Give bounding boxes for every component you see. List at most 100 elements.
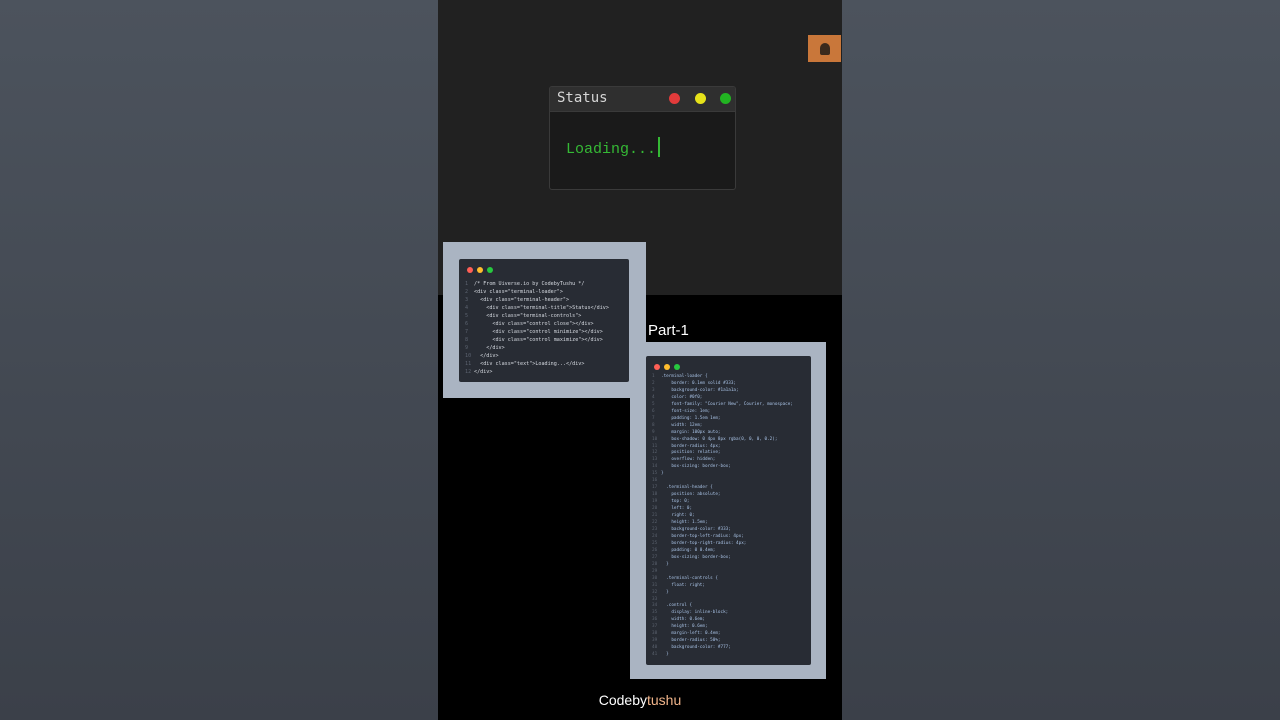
html-code-card: 1 /* From Uiverse.io by CodebyTushu */ 2 <d… xyxy=(443,242,646,398)
code-line: 6 font-size: 1em; xyxy=(652,409,793,416)
code-text: border-radius: 4px; xyxy=(661,443,721,449)
loading-text: Loading... xyxy=(566,141,657,158)
close-dot-icon xyxy=(654,364,660,370)
code-line: 41 } xyxy=(652,652,793,659)
code-line: 10 box-shadow: 0 4px 8px rgba(0, 0, 0, 0… xyxy=(652,437,793,444)
code-line: 3 background-color: #1a1a1a; xyxy=(652,388,793,395)
code-text: width: 0.6em; xyxy=(661,617,705,623)
line-number: 11 xyxy=(465,361,472,367)
code-text: padding: 1.5em 1em; xyxy=(661,415,721,421)
terminal-title: Status xyxy=(557,90,608,106)
code-line: 32 } xyxy=(652,590,793,597)
line-number: 24 xyxy=(652,533,658,539)
window-dots xyxy=(654,364,680,370)
code-text: left: 0; xyxy=(661,506,693,512)
line-number: 12 xyxy=(465,369,472,375)
code-text: box-sizing: border-box; xyxy=(661,554,731,560)
line-number: 3 xyxy=(465,297,469,303)
code-text: /* From Uiverse.io by CodebyTushu */ xyxy=(474,281,585,287)
window-dots xyxy=(467,267,493,273)
code-text: } xyxy=(661,589,669,595)
code-line: 7 <div class="control minimize"></div> xyxy=(465,328,609,336)
code-text: <div class="terminal-loader"> xyxy=(474,289,563,295)
blurred-background-left xyxy=(0,0,438,720)
code-text: } xyxy=(661,652,669,658)
line-number: 3 xyxy=(652,387,655,393)
code-text: <div class="text">Loading...</div> xyxy=(474,361,585,367)
line-number: 4 xyxy=(652,394,655,400)
code-line: 5 <div class="terminal-controls"> xyxy=(465,312,609,320)
code-text: color: #0f0; xyxy=(661,394,703,400)
code-text: padding: 0 0.4em; xyxy=(661,547,716,553)
code-text: top: 0; xyxy=(661,499,690,505)
css-code-card: 1 .terminal-loader {2 border: 0.1em solid… xyxy=(630,342,826,679)
line-number: 5 xyxy=(465,313,469,319)
line-number: 2 xyxy=(652,380,655,386)
code-text: overflow: hidden; xyxy=(661,457,716,463)
minimize-dot-icon xyxy=(477,267,483,273)
channel-avatar[interactable] xyxy=(808,35,841,62)
code-text: border: 0.1em solid #333; xyxy=(661,380,737,386)
minimize-control-icon xyxy=(695,93,706,104)
code-line: 29 xyxy=(652,569,793,576)
code-text: <div class="control maximize"></div> xyxy=(474,337,603,343)
line-number: 23 xyxy=(652,526,658,532)
code-line: 8 <div class="control maximize"></div> xyxy=(465,336,609,344)
code-text: font-family: "Courier New", Courier, mon… xyxy=(661,401,793,407)
line-number: 10 xyxy=(652,436,658,442)
video-frame: Status Loading... 1 /* From Uiverse.io by… xyxy=(438,0,842,720)
code-text: box-sizing: border-box; xyxy=(661,464,731,470)
terminal-text: Loading... xyxy=(566,137,661,158)
line-number: 9 xyxy=(465,345,469,351)
code-line: 15} xyxy=(652,471,793,478)
code-line: 4 color: #0f0; xyxy=(652,395,793,402)
code-text: font-size: 1em; xyxy=(661,408,711,414)
line-number: 1 xyxy=(652,374,655,379)
code-text: </div> xyxy=(474,369,493,375)
line-number: 41 xyxy=(652,652,658,658)
code-text: display: inline-block; xyxy=(661,610,729,616)
code-text: } xyxy=(661,561,669,567)
code-line: 30 .terminal-controls { xyxy=(652,576,793,583)
line-number: 6 xyxy=(465,321,469,327)
line-number: 30 xyxy=(652,575,658,581)
line-number: 32 xyxy=(652,589,658,595)
code-line: 31 float: right; xyxy=(652,583,793,590)
code-line: 1 .terminal-loader { xyxy=(652,374,793,381)
code-text: <div class="terminal-title">Status</div> xyxy=(474,305,609,311)
line-number: 7 xyxy=(652,415,655,421)
code-text: position: relative; xyxy=(661,450,721,456)
blurred-background-right xyxy=(842,0,1280,720)
avatar-icon xyxy=(819,42,830,55)
line-number: 27 xyxy=(652,554,658,560)
code-text: position: absolute; xyxy=(661,492,721,498)
code-line: 40 background-color: #777; xyxy=(652,645,793,652)
code-line: 11 <div class="text">Loading...</div> xyxy=(465,360,609,368)
line-number: 28 xyxy=(652,561,658,567)
code-text: } xyxy=(661,471,664,477)
code-line: 2 border: 0.1em solid #333; xyxy=(652,381,793,388)
code-line: 24 border-top-left-radius: 4px; xyxy=(652,534,793,541)
line-number: 21 xyxy=(652,513,658,519)
code-text: background-color: #777; xyxy=(661,645,731,651)
html-code-lines: 1 /* From Uiverse.io by CodebyTushu */ 2 <d… xyxy=(465,280,609,376)
code-text: border-top-left-radius: 4px; xyxy=(661,533,744,539)
line-number: 7 xyxy=(465,329,469,335)
code-line: 9 margin: 100px auto; xyxy=(652,430,793,437)
line-number: 8 xyxy=(465,337,469,343)
minimize-dot-icon xyxy=(664,364,670,370)
code-line: 9 </div> xyxy=(465,344,609,352)
line-number: 5 xyxy=(652,401,655,407)
code-text: <div class="terminal-header"> xyxy=(474,297,570,303)
html-code-editor: 1 /* From Uiverse.io by CodebyTushu */ 2 <d… xyxy=(459,259,629,382)
code-line: 23 background-color: #333; xyxy=(652,527,793,534)
code-line: 14 box-sizing: border-box; xyxy=(652,464,793,471)
line-number: 29 xyxy=(652,568,658,574)
code-line: 1 /* From Uiverse.io by CodebyTushu */ xyxy=(465,280,609,288)
code-line: 2 <div class="terminal-loader"> xyxy=(465,288,609,296)
code-text: .control { xyxy=(661,603,693,609)
line-number: 31 xyxy=(652,582,658,588)
code-text: .terminal-header { xyxy=(661,485,713,491)
line-number: 6 xyxy=(652,408,655,414)
code-text: height: 0.6em; xyxy=(661,624,708,630)
